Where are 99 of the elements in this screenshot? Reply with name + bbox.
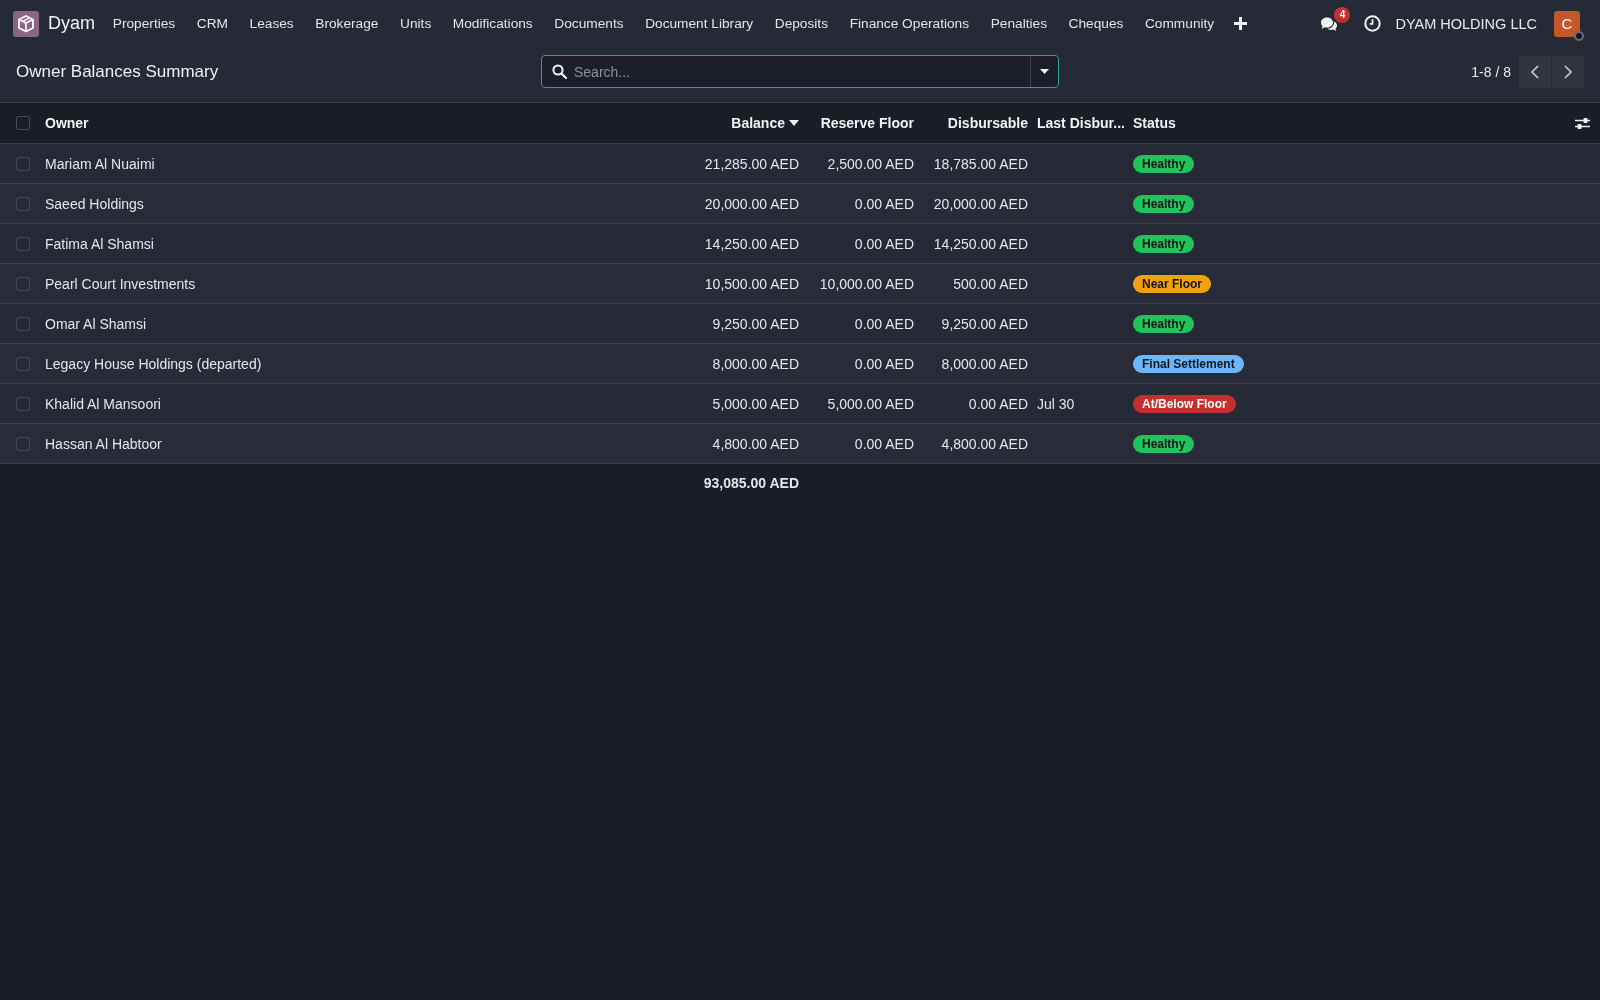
menu-item[interactable]: Document Library: [634, 0, 764, 47]
menu-item[interactable]: Cheques: [1057, 0, 1135, 47]
menu-item[interactable]: Finance Operations: [838, 0, 980, 47]
checkbox[interactable]: [16, 196, 30, 211]
table-cell: 4,800.00 AED: [941, 435, 1028, 452]
column-header[interactable]: Balance: [731, 115, 799, 131]
caret-icon: [1040, 69, 1049, 74]
table-cell: 4,800.00 AED: [712, 435, 799, 452]
table-cell: 20,000.00 AED: [933, 195, 1028, 212]
table-cell: 10,000.00 AED: [819, 275, 914, 292]
clock-icon: [1364, 15, 1382, 32]
checkbox[interactable]: [16, 116, 30, 130]
chevron-left-icon: [1531, 64, 1539, 79]
table-cell: 18,785.00 AED: [933, 155, 1028, 172]
table-cell: 14,250.00 AED: [933, 235, 1028, 252]
checkbox[interactable]: [16, 156, 30, 171]
table-cell: 0.00 AED: [854, 355, 914, 372]
page-title: Owner Balances Summary: [16, 61, 219, 82]
column-header[interactable]: Status: [1133, 115, 1176, 131]
menu-item[interactable]: Properties: [102, 0, 186, 47]
chevron-right-icon: [1564, 64, 1572, 79]
table-cell: 5,000.00 AED: [712, 395, 799, 412]
status-tag: Healthy: [1133, 154, 1195, 173]
table-cell: 2,500.00 AED: [827, 155, 914, 172]
checkbox[interactable]: [16, 276, 30, 291]
table-row[interactable]: Legacy House Holdings (departed) 8,000.00 AED 0.00 AED 8,000.00 AED Final Settlement: [0, 344, 1600, 384]
column-header[interactable]: Owner: [45, 115, 89, 131]
chat-bubbles-icon: [1320, 15, 1339, 32]
menu-item[interactable]: CRM: [186, 0, 239, 47]
status-tag: Healthy: [1133, 194, 1195, 213]
table-cell: 9,250.00 AED: [712, 315, 799, 332]
table-cell: Saeed Holdings: [45, 195, 144, 212]
column-header[interactable]: Disbursable: [947, 115, 1028, 131]
table-cell: Khalid Al Mansoori: [45, 395, 161, 412]
table-cell: Jul 30: [1037, 395, 1075, 412]
sliders-icon: [1575, 116, 1590, 130]
status-tag: Near Floor: [1133, 274, 1211, 293]
app-name[interactable]: Dyam: [48, 13, 95, 34]
table-cell: 0.00 AED: [854, 315, 914, 332]
checkbox[interactable]: [16, 436, 30, 451]
pager-counter[interactable]: 1-8 / 8: [1471, 63, 1511, 80]
checkbox[interactable]: [16, 316, 30, 331]
previous-page-button[interactable]: [1519, 55, 1551, 88]
table-cell: Mariam Al Nuaimi: [45, 155, 155, 172]
menu-item[interactable]: Units: [389, 0, 443, 47]
user-avatar[interactable]: C: [1554, 10, 1580, 37]
table-row[interactable]: Fatima Al Shamsi 14,250.00 AED 0.00 AED 14,250.00 AED Healthy: [0, 224, 1600, 264]
table-cell: 8,000.00 AED: [941, 355, 1028, 372]
plus-icon: [1234, 17, 1247, 30]
status-tag: Healthy: [1133, 434, 1195, 453]
table-cell: 21,285.00 AED: [704, 155, 799, 172]
table-cell: 0.00 AED: [968, 395, 1028, 412]
company-name[interactable]: DYAM HOLDING LLC: [1395, 15, 1537, 32]
search-bar[interactable]: Search...: [541, 55, 1059, 88]
table-row[interactable]: Omar Al Shamsi 9,250.00 AED 0.00 AED 9,250.00 AED Healthy: [0, 304, 1600, 344]
checkbox[interactable]: [16, 356, 30, 371]
status-tag: Final Settlement: [1133, 354, 1244, 373]
column-header[interactable]: Reserve Floor: [820, 115, 914, 131]
table-row[interactable]: Khalid Al Mansoori 5,000.00 AED 5,000.00 AED 0.00 AED Jul 30 At/Below Floor: [0, 384, 1600, 424]
table-cell: Legacy House Holdings (departed): [45, 355, 262, 372]
menu-item[interactable]: Documents: [543, 0, 635, 47]
table-cell: 9,250.00 AED: [941, 315, 1028, 332]
table-cell: Hassan Al Habtoor: [45, 435, 162, 452]
table-cell: 10,500.00 AED: [704, 275, 799, 292]
table-cell: 8,000.00 AED: [712, 355, 799, 372]
table-cell: Fatima Al Shamsi: [45, 235, 154, 252]
cube-logo-icon: [13, 10, 39, 37]
menu-item[interactable]: Modifications: [442, 0, 544, 47]
checkbox[interactable]: [16, 396, 30, 411]
table-cell: 5,000.00 AED: [827, 395, 914, 412]
table-cell: 0.00 AED: [854, 195, 914, 212]
menu-item[interactable]: Deposits: [763, 0, 839, 47]
table-cell: 0.00 AED: [854, 235, 914, 252]
table-row[interactable]: Hassan Al Habtoor 4,800.00 AED 0.00 AED 4,800.00 AED Healthy: [0, 424, 1600, 464]
search-icon: [552, 64, 567, 79]
next-page-button[interactable]: [1552, 55, 1584, 88]
column-header[interactable]: Last Disbur...: [1037, 115, 1125, 131]
status-tag: At/Below Floor: [1133, 394, 1236, 413]
menu-item[interactable]: Community: [1134, 0, 1225, 47]
table-row[interactable]: Pearl Court Investments 10,500.00 AED 10,000.00 AED 500.00 AED Near Floor: [0, 264, 1600, 304]
search-field[interactable]: Search...: [574, 56, 1030, 87]
status-tag: Healthy: [1133, 234, 1195, 253]
menu-item[interactable]: Penalties: [979, 0, 1058, 47]
table-cell: 14,250.00 AED: [704, 235, 799, 252]
table-cell: 0.00 AED: [854, 435, 914, 452]
menu-item[interactable]: Leases: [238, 0, 305, 47]
checkbox[interactable]: [16, 236, 30, 251]
menu-item[interactable]: Brokerage: [304, 0, 390, 47]
table-cell: Pearl Court Investments: [45, 275, 196, 292]
status-tag: Healthy: [1133, 314, 1195, 333]
table-cell: 20,000.00 AED: [704, 195, 799, 212]
optional-columns-button[interactable]: [1575, 116, 1590, 130]
table-cell: 500.00 AED: [953, 275, 1028, 292]
table-row[interactable]: Mariam Al Nuaimi 21,285.00 AED 2,500.00 AED 18,785.00 AED Healthy: [0, 144, 1600, 184]
table-row[interactable]: Saeed Holdings 20,000.00 AED 0.00 AED 20,000.00 AED Healthy: [0, 184, 1600, 224]
table-cell: Omar Al Shamsi: [45, 315, 147, 332]
activities-button[interactable]: [1364, 15, 1382, 32]
unread-count-badge: 4: [1334, 6, 1351, 23]
balance-total: 93,085.00 AED: [703, 475, 799, 491]
